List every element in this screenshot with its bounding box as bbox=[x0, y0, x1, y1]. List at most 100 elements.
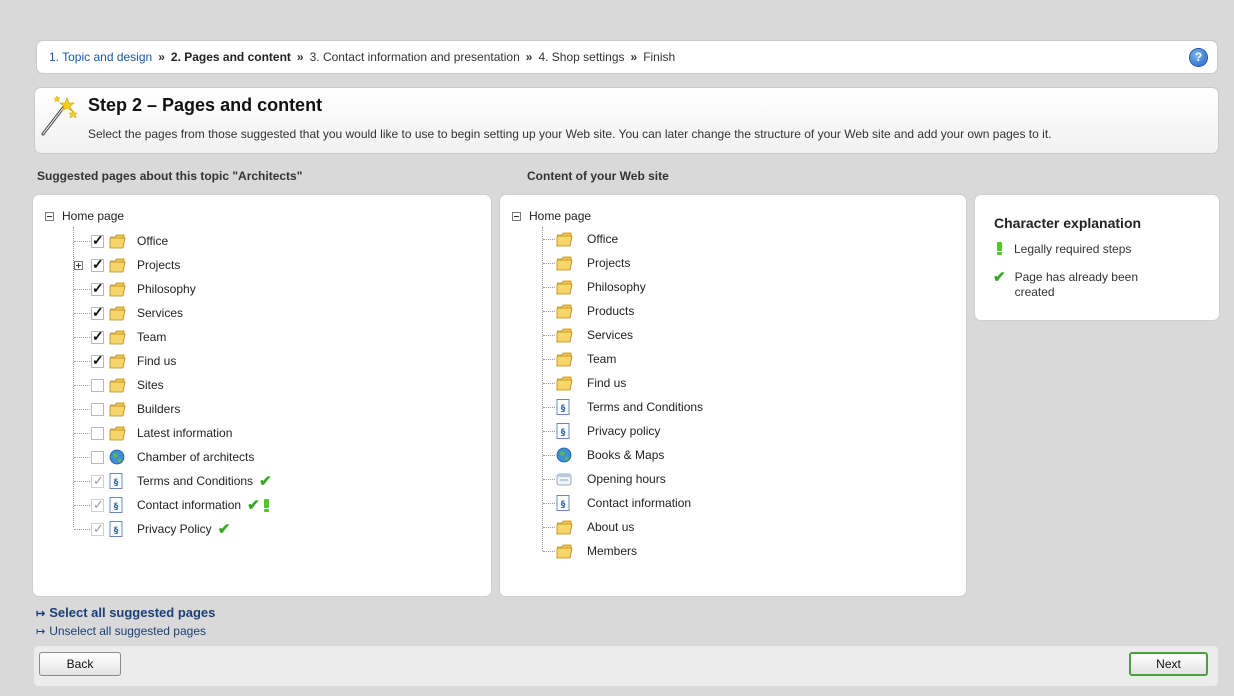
tree-connector bbox=[74, 337, 90, 338]
legend-created-label: Page has already been created bbox=[1014, 270, 1139, 299]
collapse-icon[interactable] bbox=[512, 211, 521, 221]
list-item[interactable]: Office bbox=[556, 227, 618, 251]
tree-connector bbox=[74, 361, 90, 362]
list-item[interactable]: Opening hours bbox=[556, 467, 666, 491]
green-check-icon: ✔ bbox=[993, 269, 1006, 286]
select-all-link[interactable]: ↦ Select all suggested pages bbox=[36, 605, 215, 620]
list-item[interactable]: Philosophy bbox=[556, 275, 646, 299]
list-item-label: Projects bbox=[587, 256, 631, 270]
folder-icon bbox=[109, 257, 126, 273]
page-checkbox[interactable] bbox=[91, 450, 104, 464]
list-item[interactable]: Find us bbox=[556, 371, 626, 395]
globe-icon bbox=[109, 449, 125, 465]
list-item[interactable]: Team bbox=[556, 347, 616, 371]
list-item-label: Team bbox=[587, 352, 617, 366]
folder-icon bbox=[109, 401, 126, 417]
arrow-icon: ↦ bbox=[36, 608, 46, 620]
select-all-label: Select all suggested pages bbox=[49, 605, 216, 620]
unselect-all-label: Unselect all suggested pages bbox=[49, 624, 206, 638]
list-item-label: Contact information bbox=[587, 496, 692, 510]
svg-text:§: § bbox=[561, 500, 566, 510]
collapse-icon[interactable] bbox=[45, 211, 54, 221]
page-title: Step 2 – Pages and content bbox=[88, 95, 323, 115]
list-item[interactable]: Members bbox=[556, 539, 637, 563]
unselect-all-link[interactable]: ↦ Unselect all suggested pages bbox=[36, 624, 206, 638]
list-item-label: Privacy Policy bbox=[137, 522, 212, 536]
folder-icon bbox=[109, 425, 126, 441]
tree-root-label: Home page bbox=[62, 209, 125, 223]
tree-connector bbox=[543, 527, 555, 528]
site-content-heading: Content of your Web site bbox=[527, 169, 669, 183]
legend-required-label: Legally required steps bbox=[1014, 242, 1132, 256]
legend-panel: Character explanation Legally required s… bbox=[974, 194, 1220, 321]
tree-connector bbox=[543, 335, 555, 336]
svg-text:§: § bbox=[114, 478, 119, 488]
list-item-label: Chamber of architects bbox=[137, 450, 255, 464]
list-item-label: Services bbox=[137, 306, 184, 320]
tree-connector bbox=[74, 481, 90, 482]
breadcrumb-step-shop: 4. Shop settings bbox=[538, 50, 625, 64]
list-item[interactable]: Projects bbox=[556, 251, 630, 275]
tree-connector bbox=[73, 227, 74, 527]
list-item-label: Opening hours bbox=[587, 472, 666, 486]
page-checkbox[interactable] bbox=[91, 352, 104, 369]
legend-title: Character explanation bbox=[994, 215, 1142, 231]
breadcrumb-step-pages: 2. Pages and content bbox=[170, 50, 291, 64]
list-item: § Privacy Policy ✔ bbox=[91, 517, 230, 541]
footer-bar: Back Next bbox=[34, 646, 1218, 686]
suggested-pages-panel: Home page Office Projects Philosophy Servic… bbox=[32, 194, 492, 597]
page-checkbox[interactable] bbox=[91, 232, 104, 249]
tree-connector bbox=[74, 385, 90, 386]
breadcrumb-separator: » bbox=[525, 50, 533, 64]
green-check-icon: ✔ bbox=[217, 521, 231, 538]
tree-connector bbox=[543, 431, 555, 432]
list-item: Office bbox=[91, 229, 168, 253]
page-checkbox[interactable] bbox=[91, 378, 104, 392]
tree-connector bbox=[543, 359, 555, 360]
list-item: § Terms and Conditions ✔ bbox=[91, 469, 272, 493]
document-icon: § bbox=[556, 423, 572, 439]
page-checkbox[interactable] bbox=[91, 256, 104, 273]
breadcrumb-step-finish: Finish bbox=[643, 50, 676, 64]
tree-root: Home page bbox=[45, 209, 124, 223]
list-item-label: Services bbox=[587, 328, 634, 342]
list-item-label: Find us bbox=[137, 354, 177, 368]
breadcrumb-step-topic[interactable]: 1. Topic and design bbox=[49, 50, 152, 64]
list-item: Philosophy bbox=[91, 277, 196, 301]
folder-icon bbox=[109, 233, 126, 249]
back-button[interactable]: Back bbox=[39, 652, 121, 676]
tree-connector bbox=[74, 505, 90, 506]
page-checkbox[interactable] bbox=[91, 280, 104, 297]
list-item: Team bbox=[91, 325, 166, 349]
list-item[interactable]: Services bbox=[556, 323, 633, 347]
page-checkbox bbox=[91, 473, 104, 489]
page-checkbox[interactable] bbox=[91, 426, 104, 440]
question-icon[interactable]: ? bbox=[1190, 49, 1207, 66]
list-item[interactable]: Products bbox=[556, 299, 634, 323]
list-item[interactable]: § Contact information bbox=[556, 491, 691, 515]
list-item-label: Books & Maps bbox=[587, 448, 665, 462]
folder-icon bbox=[556, 303, 573, 319]
page-checkbox[interactable] bbox=[91, 402, 104, 416]
list-item-label: Team bbox=[137, 330, 167, 344]
exclamation-icon bbox=[997, 242, 1002, 255]
list-item: Chamber of architects bbox=[91, 445, 254, 469]
expand-icon[interactable] bbox=[74, 261, 83, 270]
list-item-label: Terms and Conditions bbox=[137, 474, 254, 488]
list-item-label: Sites bbox=[137, 378, 164, 392]
tree-connector bbox=[74, 529, 90, 530]
next-button[interactable]: Next bbox=[1129, 652, 1208, 676]
list-item: Find us bbox=[91, 349, 176, 373]
list-item-label: Latest information bbox=[137, 426, 233, 440]
list-item[interactable]: § Terms and Conditions bbox=[556, 395, 703, 419]
list-item[interactable]: Books & Maps bbox=[556, 443, 664, 467]
list-item[interactable]: § Privacy policy bbox=[556, 419, 660, 443]
page-checkbox[interactable] bbox=[91, 328, 104, 345]
svg-text:§: § bbox=[561, 428, 566, 438]
folder-icon bbox=[556, 375, 573, 391]
page-checkbox[interactable] bbox=[91, 304, 104, 321]
tree-connector bbox=[543, 407, 555, 408]
list-item[interactable]: About us bbox=[556, 515, 634, 539]
list-item: § Contact information ✔ bbox=[91, 493, 269, 517]
tree-connector bbox=[74, 313, 90, 314]
